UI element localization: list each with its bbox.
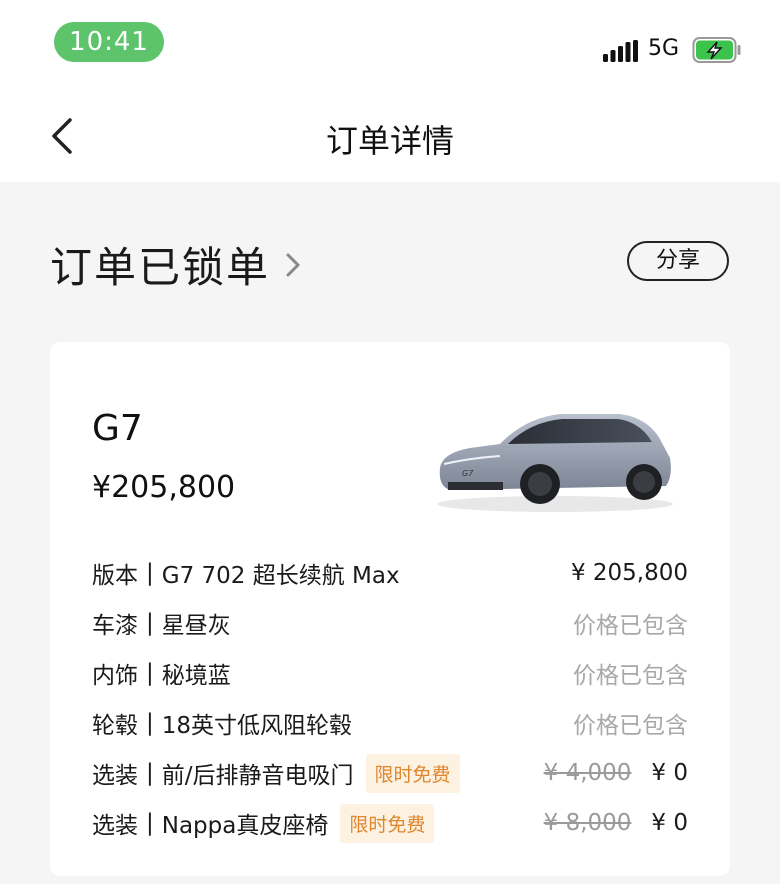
chevron-right-icon <box>286 253 300 276</box>
spec-price-group: ¥ 8,000 ¥ 0 <box>544 798 688 848</box>
signal-bars-icon <box>603 40 638 62</box>
spec-value: G7 702 超长续航 Max <box>161 563 400 589</box>
spec-label: 内饰 <box>92 663 138 689</box>
share-button[interactable]: 分享 <box>627 241 729 281</box>
spec-label: 选装 <box>92 763 138 789</box>
battery-charging-icon <box>692 37 741 63</box>
list-item: 轮毂 | 18英寸低风阻轮毂 价格已包含 <box>92 698 688 748</box>
original-price: ¥ 4,000 <box>543 760 632 786</box>
car-price: ¥205,800 <box>92 470 236 505</box>
status-time: 10:41 <box>54 22 164 62</box>
list-item: 版本 | G7 702 超长续航 Max ¥ 205,800 <box>92 548 688 598</box>
separator: | <box>146 710 154 736</box>
svg-text:G7: G7 <box>462 469 474 478</box>
page-title: 订单详情 <box>325 122 454 160</box>
separator: | <box>146 660 154 686</box>
spec-included: 价格已包含 <box>573 663 688 689</box>
spec-value: 前/后排静音电吸门 <box>161 763 354 789</box>
list-item: 内饰 | 秘境蓝 价格已包含 <box>92 648 688 698</box>
spec-label: 车漆 <box>92 613 138 639</box>
spec-value: 秘境蓝 <box>161 663 231 689</box>
status-bar: 10:41 5G <box>0 0 780 90</box>
spec-value: 18英寸低风阻轮毂 <box>161 713 353 739</box>
promo-badge: 限时免费 <box>340 803 435 843</box>
order-status-link[interactable]: 订单已锁单 <box>50 234 302 295</box>
spec-label: 轮毂 <box>92 713 138 739</box>
order-card: G7 ¥205,800 G7 版本 | G7 702 超长续航 Max ¥ 20… <box>50 342 730 876</box>
order-status-text: 订单已锁单 <box>50 243 271 292</box>
car-model: G7 <box>92 408 143 449</box>
network-type: 5G <box>648 36 680 61</box>
final-price: ¥ 0 <box>651 760 688 786</box>
spec-included: 价格已包含 <box>573 613 688 639</box>
spec-price: ¥ 205,800 <box>570 560 688 586</box>
separator: | <box>146 610 154 636</box>
final-price: ¥ 0 <box>651 810 688 836</box>
car-image: G7 <box>437 414 673 512</box>
separator: | <box>146 560 154 586</box>
spec-value: Nappa真皮座椅 <box>161 813 329 839</box>
spec-list: 版本 | G7 702 超长续航 Max ¥ 205,800 车漆 | 星昼灰 … <box>92 548 688 848</box>
separator: | <box>146 760 154 786</box>
list-item: 选装 | 前/后排静音电吸门 限时免费 ¥ 4,000 ¥ 0 <box>92 748 688 798</box>
spec-included: 价格已包含 <box>573 713 688 739</box>
spec-label: 选装 <box>92 813 138 839</box>
spec-value: 星昼灰 <box>161 613 231 639</box>
spec-label: 版本 <box>92 563 138 589</box>
separator: | <box>146 810 154 836</box>
promo-badge: 限时免费 <box>365 753 460 793</box>
list-item: 车漆 | 星昼灰 价格已包含 <box>92 598 688 648</box>
original-price: ¥ 8,000 <box>543 810 632 836</box>
navigation-bar: 订单详情 <box>0 90 780 182</box>
list-item: 选装 | Nappa真皮座椅 限时免费 ¥ 8,000 ¥ 0 <box>92 798 688 848</box>
spec-price-group: ¥ 4,000 ¥ 0 <box>544 748 688 798</box>
